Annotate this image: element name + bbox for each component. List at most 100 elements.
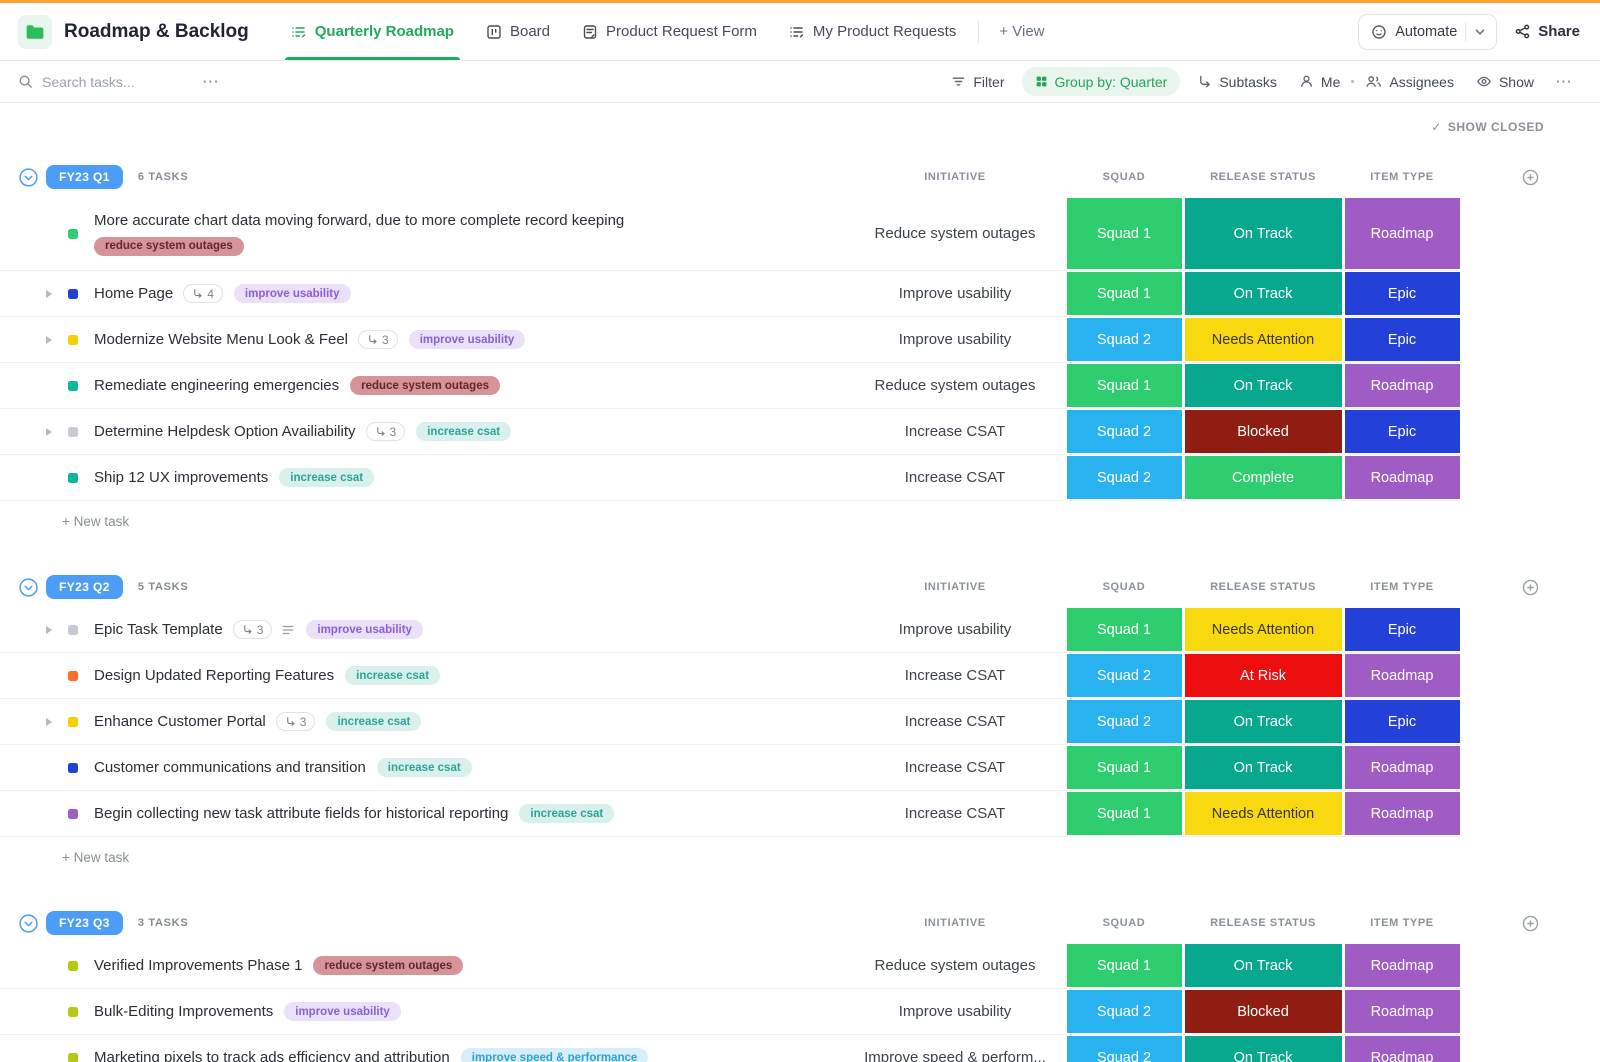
search-more-icon[interactable]: ⋯: [192, 73, 229, 90]
item-type-cell[interactable]: Epic: [1343, 699, 1461, 744]
column-header-squad[interactable]: SQUAD: [1065, 917, 1183, 929]
task-row[interactable]: Epic Task Template 3 improve usability I…: [0, 607, 1461, 653]
toolbar-more-icon[interactable]: ⋯: [1545, 73, 1582, 90]
task-row[interactable]: Marketing pixels to track ads efficiency…: [0, 1035, 1461, 1062]
release-status-cell[interactable]: Blocked: [1183, 409, 1343, 454]
release-status-cell[interactable]: Needs Attention: [1183, 607, 1343, 652]
add-view-button[interactable]: + View: [985, 23, 1058, 40]
initiative-cell[interactable]: Increase CSAT: [845, 713, 1065, 730]
task-name[interactable]: Bulk-Editing Improvements: [94, 1003, 273, 1020]
task-tag[interactable]: improve speed & performance: [461, 1048, 649, 1062]
release-status-cell[interactable]: At Risk: [1183, 653, 1343, 698]
item-type-cell[interactable]: Roadmap: [1343, 943, 1461, 988]
initiative-cell[interactable]: Improve usability: [845, 1003, 1065, 1020]
task-tag[interactable]: reduce system outages: [313, 956, 463, 975]
add-column-button[interactable]: [1461, 169, 1600, 186]
release-status-cell[interactable]: On Track: [1183, 943, 1343, 988]
squad-cell[interactable]: Squad 2: [1065, 455, 1183, 500]
initiative-cell[interactable]: Improve usability: [845, 621, 1065, 638]
task-name[interactable]: Design Updated Reporting Features: [94, 667, 334, 684]
task-name[interactable]: Modernize Website Menu Look & Feel: [94, 331, 348, 348]
task-name[interactable]: Determine Helpdesk Option Availiability: [94, 423, 356, 440]
item-type-cell[interactable]: Epic: [1343, 271, 1461, 316]
column-header-squad[interactable]: SQUAD: [1065, 171, 1183, 183]
task-tag[interactable]: increase csat: [519, 804, 614, 823]
release-status-cell[interactable]: Needs Attention: [1183, 791, 1343, 836]
task-status-icon[interactable]: [68, 289, 78, 299]
column-header-initiative[interactable]: INITIATIVE: [845, 581, 1065, 593]
subtasks-button[interactable]: Subtasks: [1186, 74, 1288, 90]
column-header-initiative[interactable]: INITIATIVE: [845, 171, 1065, 183]
task-status-icon[interactable]: [68, 809, 78, 819]
release-status-cell[interactable]: On Track: [1183, 197, 1343, 270]
item-type-cell[interactable]: Roadmap: [1343, 791, 1461, 836]
collapse-group-icon[interactable]: [18, 167, 39, 188]
column-header-item-type[interactable]: ITEM TYPE: [1343, 917, 1461, 929]
squad-cell[interactable]: Squad 2: [1065, 1035, 1183, 1062]
item-type-cell[interactable]: Roadmap: [1343, 1035, 1461, 1062]
add-column-button[interactable]: [1461, 579, 1600, 596]
task-tag[interactable]: reduce system outages: [350, 376, 500, 395]
squad-cell[interactable]: Squad 1: [1065, 197, 1183, 270]
task-name[interactable]: Ship 12 UX improvements: [94, 469, 268, 486]
group-badge[interactable]: FY23 Q1: [46, 165, 123, 189]
task-tag[interactable]: improve usability: [306, 620, 423, 639]
task-tag[interactable]: increase csat: [416, 422, 511, 441]
initiative-cell[interactable]: Increase CSAT: [845, 423, 1065, 440]
task-status-icon[interactable]: [68, 427, 78, 437]
expand-task-icon[interactable]: [46, 428, 60, 436]
squad-cell[interactable]: Squad 2: [1065, 989, 1183, 1034]
task-tag[interactable]: improve usability: [234, 284, 351, 303]
squad-cell[interactable]: Squad 1: [1065, 363, 1183, 408]
task-name[interactable]: Begin collecting new task attribute fiel…: [94, 805, 508, 822]
initiative-cell[interactable]: Increase CSAT: [845, 469, 1065, 486]
collapse-group-icon[interactable]: [18, 577, 39, 598]
release-status-cell[interactable]: Needs Attention: [1183, 317, 1343, 362]
group-badge[interactable]: FY23 Q3: [46, 911, 123, 935]
initiative-cell[interactable]: Reduce system outages: [845, 957, 1065, 974]
task-tag[interactable]: reduce system outages: [94, 237, 244, 256]
task-row[interactable]: Determine Helpdesk Option Availiability …: [0, 409, 1461, 455]
expand-task-icon[interactable]: [46, 336, 60, 344]
subtask-count[interactable]: 3: [366, 422, 406, 441]
task-row[interactable]: Bulk-Editing Improvements improve usabil…: [0, 989, 1461, 1035]
release-status-cell[interactable]: On Track: [1183, 1035, 1343, 1062]
task-name[interactable]: Enhance Customer Portal: [94, 713, 266, 730]
item-type-cell[interactable]: Roadmap: [1343, 197, 1461, 270]
expand-task-icon[interactable]: [46, 718, 60, 726]
item-type-cell[interactable]: Epic: [1343, 317, 1461, 362]
task-row[interactable]: Design Updated Reporting Features increa…: [0, 653, 1461, 699]
task-name[interactable]: Epic Task Template: [94, 621, 223, 638]
item-type-cell[interactable]: Epic: [1343, 409, 1461, 454]
task-row[interactable]: Modernize Website Menu Look & Feel 3 imp…: [0, 317, 1461, 363]
task-name[interactable]: Marketing pixels to track ads efficiency…: [94, 1049, 450, 1062]
tab-quarterly-roadmap[interactable]: Quarterly Roadmap: [275, 3, 470, 60]
column-header-release-status[interactable]: RELEASE STATUS: [1183, 581, 1343, 593]
group-by-button[interactable]: Group by: Quarter: [1022, 67, 1181, 96]
task-status-icon[interactable]: [68, 625, 78, 635]
chevron-down-icon[interactable]: [1474, 26, 1486, 38]
release-status-cell[interactable]: On Track: [1183, 363, 1343, 408]
task-name[interactable]: Remediate engineering emergencies: [94, 377, 339, 394]
task-tag[interactable]: increase csat: [279, 468, 374, 487]
release-status-cell[interactable]: Complete: [1183, 455, 1343, 500]
search-input[interactable]: [42, 74, 192, 90]
task-row[interactable]: Ship 12 UX improvements increase csat In…: [0, 455, 1461, 501]
column-header-item-type[interactable]: ITEM TYPE: [1343, 581, 1461, 593]
task-tag[interactable]: increase csat: [345, 666, 440, 685]
add-column-button[interactable]: [1461, 915, 1600, 932]
task-row[interactable]: Customer communications and transition i…: [0, 745, 1461, 791]
collapse-group-icon[interactable]: [18, 913, 39, 934]
task-name[interactable]: Customer communications and transition: [94, 759, 366, 776]
tab-my-product-requests[interactable]: My Product Requests: [773, 3, 972, 60]
column-header-release-status[interactable]: RELEASE STATUS: [1183, 917, 1343, 929]
item-type-cell[interactable]: Roadmap: [1343, 989, 1461, 1034]
task-status-icon[interactable]: [68, 961, 78, 971]
task-status-icon[interactable]: [68, 763, 78, 773]
initiative-cell[interactable]: Increase CSAT: [845, 667, 1065, 684]
task-tag[interactable]: improve usability: [409, 330, 526, 349]
new-task-button[interactable]: + New task: [0, 501, 1461, 541]
squad-cell[interactable]: Squad 2: [1065, 409, 1183, 454]
expand-task-icon[interactable]: [46, 290, 60, 298]
new-task-button[interactable]: + New task: [0, 837, 1461, 877]
